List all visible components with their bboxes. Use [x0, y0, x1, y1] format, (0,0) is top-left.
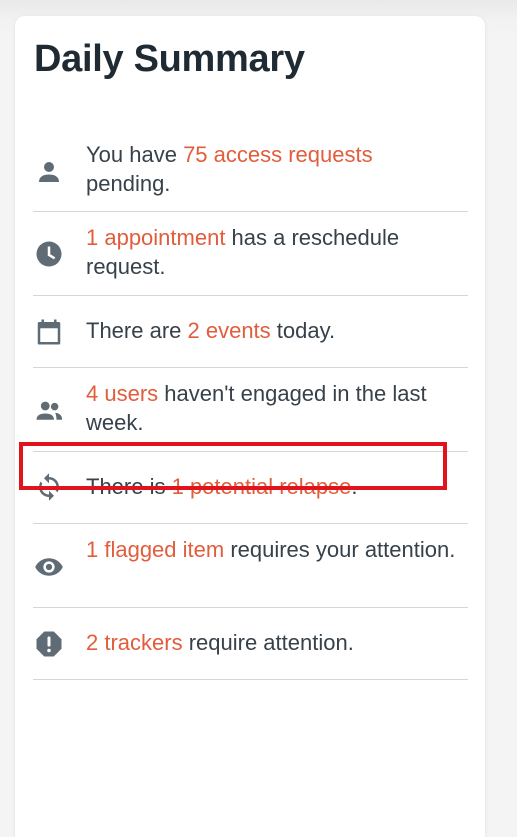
- clock-icon: [33, 238, 65, 270]
- item-text-pre: You have: [86, 142, 184, 167]
- summary-item-text: There is 1 potential relapse.: [86, 472, 458, 501]
- summary-item-text: 1 appointment has a reschedule request.: [86, 223, 458, 281]
- users-link[interactable]: 4 users: [86, 381, 158, 406]
- flagged-item-link[interactable]: 1 flagged item: [86, 537, 224, 562]
- item-text-pre: There is: [86, 474, 172, 499]
- people-icon: [33, 395, 65, 427]
- events-link[interactable]: 2 events: [188, 318, 271, 343]
- summary-item-relapse: There is 1 potential relapse.: [33, 452, 468, 524]
- item-text-post: today.: [270, 318, 336, 343]
- summary-item-users: 4 users haven't engaged in the last week…: [33, 368, 468, 452]
- item-text-post: require attention.: [182, 630, 354, 655]
- card-title: Daily Summary: [34, 38, 305, 80]
- access-requests-link[interactable]: 75 access requests: [183, 142, 373, 167]
- summary-item-text: 2 trackers require attention.: [86, 628, 458, 657]
- summary-item-appointment: 1 appointment has a reschedule request.: [33, 212, 468, 296]
- summary-item-flagged: 1 flagged item requires your attention.: [33, 524, 468, 608]
- summary-item-text: There are 2 events today.: [86, 316, 458, 345]
- summary-item-trackers: 2 trackers require attention.: [33, 608, 468, 680]
- summary-item-events: There are 2 events today.: [33, 296, 468, 368]
- item-text-pre: There are: [86, 318, 188, 343]
- item-text-post: pending.: [86, 171, 171, 196]
- appointment-link[interactable]: 1 appointment: [86, 225, 225, 250]
- page: Daily Summary You have 75 access request…: [0, 0, 517, 837]
- alert-octagon-icon: [33, 628, 65, 660]
- daily-summary-card: Daily Summary You have 75 access request…: [15, 16, 485, 837]
- item-text-post: .: [351, 474, 358, 499]
- relapse-link[interactable]: 1 potential relapse: [172, 474, 352, 499]
- trackers-link[interactable]: 2 trackers: [86, 630, 183, 655]
- eye-icon: [33, 551, 65, 583]
- summary-item-text: You have 75 access requests pending.: [86, 140, 458, 198]
- summary-list: You have 75 access requests pending. 1 a…: [33, 118, 468, 680]
- summary-item-text: 4 users haven't engaged in the last week…: [86, 379, 458, 437]
- person-icon: [33, 156, 65, 188]
- calendar-icon: [33, 316, 65, 348]
- sync-icon: [33, 471, 65, 503]
- item-text-post: requires your attention.: [224, 537, 456, 562]
- summary-item-access-requests: You have 75 access requests pending.: [33, 118, 468, 212]
- summary-item-text: 1 flagged item requires your attention.: [86, 535, 458, 564]
